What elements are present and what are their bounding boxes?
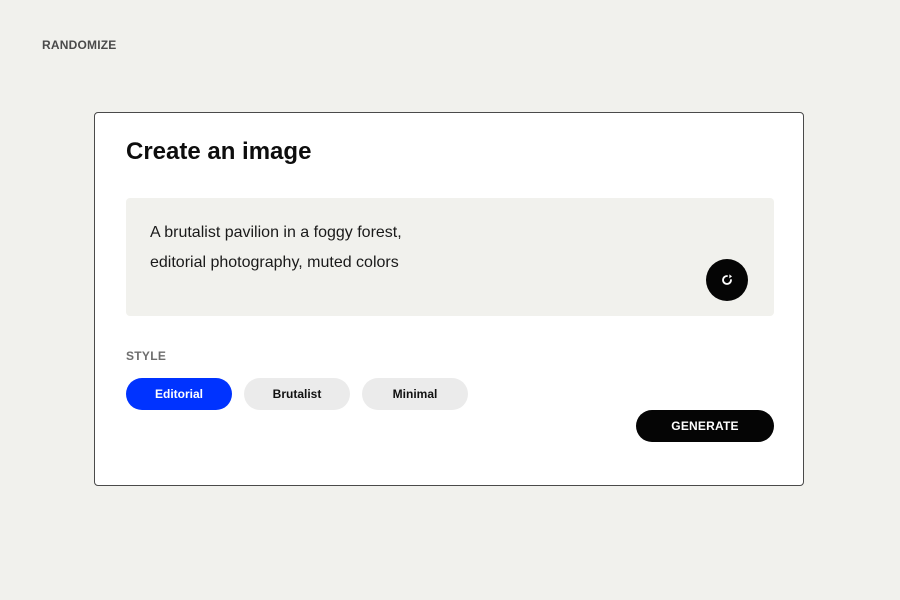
style-chip-brutalist[interactable]: Brutalist	[244, 378, 350, 410]
page-title: Create an image	[126, 138, 312, 165]
refresh-prompt-button[interactable]	[706, 259, 748, 301]
style-chip-minimal[interactable]: Minimal	[362, 378, 468, 410]
refresh-icon	[719, 272, 735, 288]
prompt-text[interactable]: A brutalist pavilion in a foggy forest, …	[150, 218, 690, 278]
prompt-line: A brutalist pavilion in a foggy forest,	[150, 224, 402, 241]
create-image-card: Create an image A brutalist pavilion in …	[94, 112, 804, 486]
style-chip-editorial[interactable]: Editorial	[126, 378, 232, 410]
style-section-label: STYLE	[126, 349, 167, 363]
randomize-button[interactable]: RANDOMIZE	[42, 38, 116, 52]
style-chip-group: Editorial Brutalist Minimal	[126, 378, 468, 410]
prompt-line: editorial photography, muted colors	[150, 254, 399, 271]
generate-button[interactable]: GENERATE	[636, 410, 774, 442]
prompt-input[interactable]: A brutalist pavilion in a foggy forest, …	[126, 198, 774, 316]
